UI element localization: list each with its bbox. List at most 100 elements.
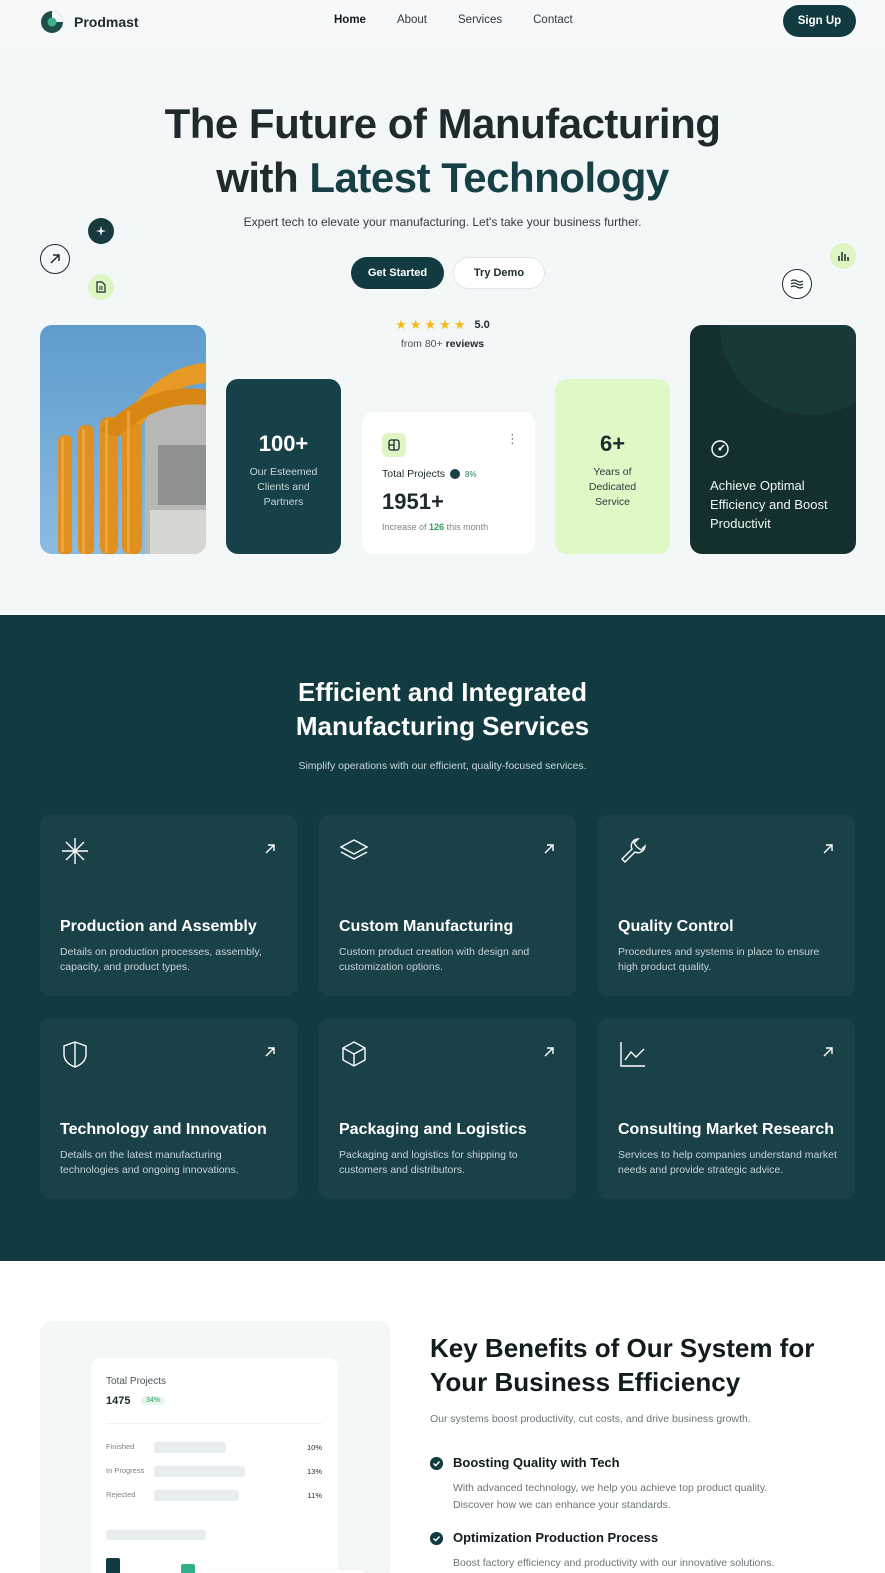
nav-link-services[interactable]: Services	[458, 14, 502, 26]
arrow-up-right-icon[interactable]	[264, 1046, 276, 1058]
row-label: Rejected	[106, 1490, 136, 1499]
hero-title-line2: with	[216, 154, 310, 201]
benefits-title-line1: Key Benefits of Our System for	[430, 1333, 815, 1363]
service-name: Custom Manufacturing	[339, 918, 514, 935]
industrial-pipes-image	[40, 325, 206, 554]
service-card[interactable]: Production and Assembly Details on produ…	[40, 815, 297, 996]
service-name: Production and Assembly	[60, 918, 257, 935]
years-value: 6+	[599, 431, 626, 456]
row-percent: 10%	[306, 1443, 322, 1452]
hero-subtitle: Expert tech to elevate your manufacturin…	[243, 215, 642, 229]
service-name: Quality Control	[618, 918, 734, 935]
get-started-button[interactable]: Get Started	[351, 257, 444, 289]
service-desc: Details on the latest manufacturing tech…	[60, 1149, 239, 1176]
achieve-text: Achieve Optimal Efficiency and Boost Pro…	[710, 478, 828, 531]
projects-label-row: Total Projects 8%	[382, 468, 477, 480]
hero-title-accent: Latest Technology	[309, 154, 669, 201]
arrow-up-right-icon	[40, 244, 70, 274]
mini-bar	[181, 1564, 195, 1573]
services-title-line2: Manufacturing Services	[295, 711, 590, 741]
layers-icon	[339, 839, 369, 860]
grid-icon	[382, 433, 406, 457]
placeholder-bar	[106, 1530, 206, 1540]
projects-note-highlight: 126	[429, 522, 445, 532]
years-label: Years of Dedicated Service	[588, 466, 637, 508]
projects-percent: 8%	[465, 469, 477, 479]
rating-stars: ★ ★ ★ ★ ★ 5.0	[395, 317, 490, 333]
progress-row: Rejected 11%	[106, 1490, 322, 1501]
brand-logo[interactable]: Prodmast	[40, 10, 139, 34]
services-title-line1: Efficient and Integrated	[298, 677, 587, 707]
clients-label: Our Esteemed Clients and Partners	[249, 466, 318, 508]
box-icon	[342, 1041, 366, 1067]
decorative-swirl	[720, 325, 856, 415]
progress-bar	[154, 1442, 226, 1453]
achieve-card: Achieve Optimal Efficiency and Boost Pro…	[690, 325, 856, 554]
benefit-heading: Optimization Production Process	[453, 1530, 659, 1545]
dashboard-title: Total Projects	[106, 1376, 167, 1387]
service-card[interactable]: Quality Control Procedures and systems i…	[598, 815, 855, 996]
nav-link-home[interactable]: Home	[334, 14, 366, 26]
service-desc: Custom product creation with design and …	[339, 946, 530, 973]
progress-row: Finished 10%	[106, 1442, 322, 1453]
star-icon: ★	[453, 317, 466, 332]
service-card[interactable]: Consulting Market Research Services to h…	[598, 1018, 855, 1199]
star-icon: ★	[409, 317, 422, 332]
nav-link-about[interactable]: About	[397, 14, 427, 26]
progress-bar	[154, 1490, 239, 1501]
hero-title: The Future of Manufacturing with Latest …	[0, 97, 885, 205]
star-icon: ★	[395, 317, 407, 332]
asterisk-icon	[62, 838, 88, 864]
divider	[106, 1423, 322, 1424]
mini-bar	[106, 1558, 120, 1573]
row-percent: 11%	[307, 1491, 322, 1500]
bar-chart-icon	[830, 243, 856, 269]
dashboard-value: 1475	[106, 1395, 131, 1407]
try-demo-button[interactable]: Try Demo	[453, 257, 545, 289]
service-desc: Packaging and logistics for shipping to …	[339, 1149, 518, 1176]
waves-icon	[782, 269, 812, 299]
service-name: Packaging and Logistics	[339, 1121, 527, 1138]
arrow-up-right-icon[interactable]	[264, 843, 276, 855]
row-label: In Progress	[106, 1466, 145, 1475]
row-percent: 13%	[306, 1467, 322, 1476]
projects-note-suffix: this month	[444, 522, 489, 532]
check-circle-icon	[430, 1457, 443, 1470]
nav-links: Home About Services Contact	[334, 14, 573, 26]
service-card[interactable]: Technology and Innovation Details on the…	[40, 1018, 297, 1199]
service-desc: Procedures and systems in place to ensur…	[618, 946, 820, 973]
arrow-up-right-icon[interactable]	[543, 843, 555, 855]
benefit-body: With advanced technology, we help you ac…	[453, 1482, 768, 1511]
years-stat-card: 6+ Years of Dedicated Service	[555, 379, 670, 554]
trend-badge-icon	[450, 469, 461, 479]
benefit-heading: Boosting Quality with Tech	[453, 1455, 620, 1470]
benefits-title: Key Benefits of Our System for Your Busi…	[430, 1331, 850, 1399]
nav-link-contact[interactable]: Contact	[533, 14, 573, 26]
progress-row: In Progress 13%	[106, 1466, 322, 1477]
hero-title-line1: The Future of Manufacturing	[164, 100, 721, 147]
rating-score: 5.0	[474, 319, 490, 331]
arrow-up-right-icon[interactable]	[822, 1046, 834, 1058]
dashboard-card: Total Projects 1475 34% Finished 10% In …	[91, 1358, 338, 1573]
rating-reviews-link[interactable]: reviews	[446, 338, 485, 350]
service-desc: Details on production processes, assembl…	[60, 946, 262, 973]
more-options-icon[interactable]: ⋮	[506, 431, 519, 447]
star-icon: ★	[424, 317, 437, 332]
projects-note: Increase of 126 this month	[382, 522, 488, 532]
sign-up-button[interactable]: Sign Up	[783, 5, 856, 37]
service-card[interactable]: Custom Manufacturing Custom product crea…	[319, 815, 576, 996]
shield-icon	[63, 1041, 87, 1068]
dashboard-preview: Total Projects 1475 34% Finished 10% In …	[40, 1321, 390, 1573]
services-title: Efficient and Integrated Manufacturing S…	[0, 675, 885, 743]
star-icon: ★	[439, 317, 451, 332]
projects-label: Total Projects	[382, 468, 446, 480]
arrow-up-right-icon[interactable]	[543, 1046, 555, 1058]
service-name: Consulting Market Research	[618, 1121, 835, 1138]
service-card[interactable]: Packaging and Logistics Packaging and lo…	[319, 1018, 576, 1199]
benefits-subtitle: Our systems boost productivity, cut cost…	[430, 1413, 751, 1425]
arrow-up-right-icon[interactable]	[822, 843, 834, 855]
logo-icon	[41, 11, 63, 33]
wrench-icon	[621, 838, 646, 863]
service-desc: Services to help companies understand ma…	[618, 1149, 837, 1176]
projects-value: 1951+	[382, 489, 444, 514]
